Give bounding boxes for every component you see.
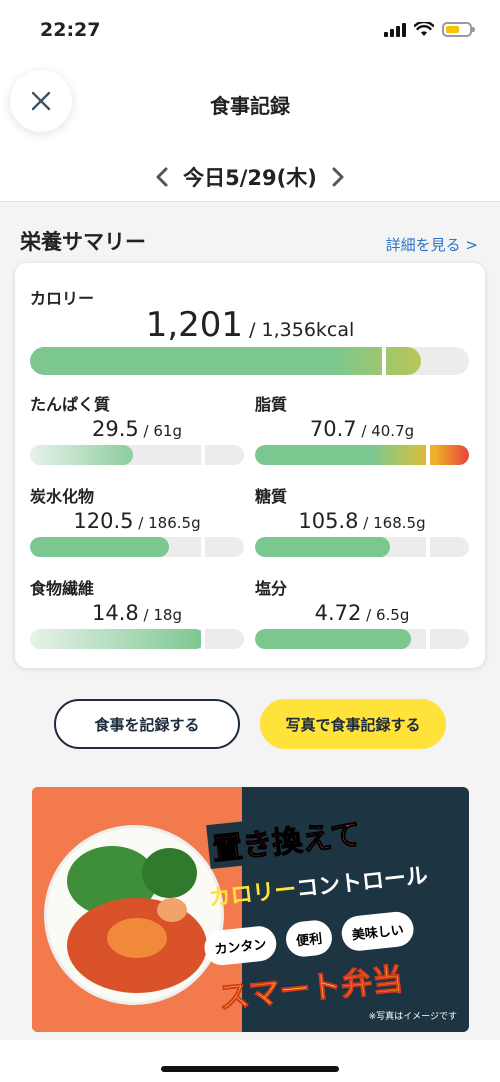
header: 食事記録 今日5/29(木) — [0, 60, 500, 202]
banner-product-name: スマート弁当 — [216, 961, 405, 1017]
summary-title: 栄養サマリー — [20, 230, 146, 254]
nutrient-value-salt: 4.72 / 6.5g — [314, 601, 410, 625]
battery-icon — [442, 22, 475, 37]
chevron-right-icon — [332, 167, 344, 187]
nutrient-label-protein: たんぱく質 — [30, 395, 111, 414]
nutrient-value-fat: 70.7 / 40.7g — [309, 417, 415, 441]
fat-progress-fill — [255, 445, 469, 465]
detail-link[interactable]: 詳細を見る > — [386, 234, 478, 255]
calorie-values: 1,201 / 1,356kcal — [15, 305, 485, 345]
status-time: 22:27 — [40, 19, 101, 41]
calorie-progress-fill — [30, 347, 421, 375]
carbs-progress-fill — [30, 537, 170, 557]
protein-progress-bar — [30, 445, 244, 465]
date-navigator: 今日5/29(木) — [0, 162, 500, 192]
home-indicator — [161, 1066, 339, 1072]
status-icons — [384, 22, 475, 37]
nutrient-label-sugar: 糖質 — [255, 487, 288, 506]
carbs-progress-bar — [30, 537, 244, 557]
protein-progress-fill — [30, 445, 133, 465]
calorie-value: 1,201 — [145, 305, 244, 345]
previous-day-button[interactable] — [155, 166, 169, 188]
food-plate-image — [44, 825, 224, 1005]
pill-convenient: 便利 — [284, 918, 334, 959]
next-day-button[interactable] — [331, 166, 345, 188]
current-date: 今日5/29(木) — [183, 166, 317, 190]
nutrient-value-sugar: 105.8 / 168.5g — [298, 509, 426, 533]
wifi-icon — [414, 22, 434, 36]
bottom-area — [0, 1040, 500, 1082]
record-meal-button[interactable]: 食事を記録する — [54, 699, 240, 749]
nutrition-summary-card: カロリー 1,201 / 1,356kcal たんぱく質 29.5 / 61g … — [15, 263, 485, 668]
page-title: 食事記録 — [210, 94, 290, 118]
fat-progress-bar — [255, 445, 469, 465]
sugar-progress-fill — [255, 537, 390, 557]
fiber-progress-bar — [30, 629, 244, 649]
nutrient-label-carbs: 炭水化物 — [30, 487, 95, 506]
status-bar: 22:27 — [0, 0, 500, 60]
nutrient-label-salt: 塩分 — [255, 579, 288, 598]
smart-bento-banner[interactable]: 置き換えて カロリーコントロール カンタン 便利 美味しい スマート弁当 ※写真… — [32, 787, 469, 1032]
nutrient-label-fat: 脂質 — [255, 395, 288, 414]
nutrient-value-fiber: 14.8 / 18g — [92, 601, 182, 625]
nutrient-label-fiber: 食物繊維 — [30, 579, 95, 598]
calorie-target: / 1,356kcal — [243, 319, 355, 341]
photo-record-button[interactable]: 写真で食事記録する — [260, 699, 446, 749]
pill-easy: カンタン — [202, 924, 279, 967]
pill-tasty: 美味しい — [340, 910, 416, 953]
nutrient-value-protein: 29.5 / 61g — [92, 417, 182, 441]
signal-icon — [384, 22, 406, 37]
salt-progress-bar — [255, 629, 469, 649]
sugar-progress-bar — [255, 537, 469, 557]
fiber-progress-fill — [30, 629, 206, 649]
banner-note: ※写真はイメージです — [368, 1012, 457, 1022]
chevron-left-icon — [156, 167, 168, 187]
nutrient-value-carbs: 120.5 / 186.5g — [73, 509, 201, 533]
salt-progress-fill — [255, 629, 412, 649]
calorie-progress-bar — [30, 347, 469, 375]
